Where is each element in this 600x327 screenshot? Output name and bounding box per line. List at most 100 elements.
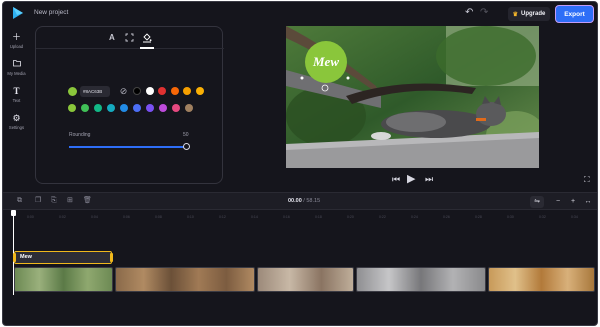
- clip-trim-handle-right[interactable]: [110, 253, 113, 262]
- video-track[interactable]: [14, 267, 595, 292]
- ruler-tick-label: 0:10: [187, 215, 194, 219]
- sidebar-item-settings[interactable]: ⚙ Settings: [3, 113, 30, 130]
- rounding-slider-thumb[interactable]: [183, 143, 190, 150]
- hex-color-input[interactable]: #8AC63B: [80, 86, 110, 97]
- rounding-value: 50: [183, 132, 189, 138]
- ruler-tick-label: 0:06: [123, 215, 130, 219]
- color-swatch[interactable]: [146, 104, 154, 112]
- color-swatch[interactable]: [81, 104, 89, 112]
- color-swatch[interactable]: [159, 104, 167, 112]
- color-swatch[interactable]: [68, 104, 76, 112]
- sidebar-item-label: My Media: [7, 71, 26, 76]
- color-swatch[interactable]: [172, 104, 180, 112]
- sidebar-item-my-media[interactable]: My Media: [3, 59, 30, 76]
- video-clip[interactable]: [356, 267, 486, 292]
- play-icon[interactable]: ▶: [407, 174, 415, 185]
- resize-icon: [125, 33, 134, 42]
- gear-icon: ⚙: [12, 113, 21, 123]
- tab-font[interactable]: A: [109, 33, 115, 43]
- rounding-label: Rounding: [69, 132, 91, 138]
- top-bar: New project ↶ ↷ ♛ Upgrade Export: [3, 2, 597, 26]
- split-icon[interactable]: ⧉: [17, 197, 22, 205]
- color-swatch[interactable]: [170, 87, 179, 95]
- rounding-slider-track[interactable]: [69, 146, 187, 148]
- redo-icon[interactable]: ↷: [480, 8, 488, 18]
- resize-handle[interactable]: [346, 76, 350, 80]
- color-swatch[interactable]: [94, 104, 102, 112]
- ruler-tick-label: 0:18: [315, 215, 322, 219]
- zoom-in-button[interactable]: +: [566, 196, 580, 208]
- timeline-toolbar: ⧉ ❐ ⎘ ⊞ 🗑 00.00 / 58.15 ⇋ − + ↔: [3, 192, 597, 210]
- color-swatch[interactable]: [133, 104, 141, 112]
- text-clip-label: Mew: [20, 254, 32, 260]
- ruler-tick-label: 0:14: [251, 215, 258, 219]
- current-time: 00.00: [288, 198, 302, 204]
- properties-panel: A #8AC63B ⊘ Rounding 50: [35, 26, 224, 184]
- project-title[interactable]: New project: [34, 9, 68, 16]
- export-button[interactable]: Export: [555, 5, 594, 23]
- fullscreen-icon[interactable]: ⛶: [584, 175, 590, 184]
- clip-trim-handle-left[interactable]: [13, 253, 16, 262]
- ruler-tick-label: 0:08: [155, 215, 162, 219]
- skip-forward-icon[interactable]: ⏭: [425, 174, 433, 184]
- folder-icon: [3, 59, 30, 69]
- video-clip[interactable]: [257, 267, 354, 292]
- color-swatch[interactable]: [133, 87, 141, 95]
- video-clip[interactable]: [14, 267, 113, 292]
- sidebar-item-text[interactable]: T Text: [3, 86, 30, 103]
- playhead-handle[interactable]: [11, 210, 16, 216]
- ruler-tick-label: 0:24: [411, 215, 418, 219]
- editor-app: New project ↶ ↷ ♛ Upgrade Export ＋ Uploa…: [2, 1, 598, 326]
- upgrade-button[interactable]: ♛ Upgrade: [508, 7, 550, 21]
- align-icon[interactable]: ⊞: [67, 197, 73, 205]
- text-icon: T: [13, 86, 20, 96]
- undo-icon[interactable]: ↶: [465, 8, 473, 18]
- plus-icon: ＋: [11, 32, 21, 42]
- panel-tabs: A: [36, 27, 224, 49]
- delete-icon[interactable]: 🗑: [83, 197, 92, 205]
- sidebar-item-upload[interactable]: ＋ Upload: [3, 32, 30, 49]
- ruler-tick-label: 0:32: [539, 215, 546, 219]
- ruler-tick-label: 0:02: [59, 215, 66, 219]
- ruler-tick-label: 0:12: [219, 215, 226, 219]
- mew-sticker-text: Mew: [312, 54, 339, 69]
- duplicate-icon[interactable]: ❐: [35, 197, 41, 205]
- selected-color-swatch[interactable]: [68, 87, 77, 96]
- ruler-tick-label: 0:28: [475, 215, 482, 219]
- copy-icon[interactable]: ⎘: [51, 197, 57, 205]
- color-swatch[interactable]: [183, 87, 191, 95]
- no-color-icon[interactable]: ⊘: [119, 87, 128, 96]
- sidebar-item-label: Settings: [8, 125, 25, 130]
- ruler-tick-label: 0:26: [443, 215, 450, 219]
- timeline-ruler[interactable]: 0:00 0:02 0:04 0:06 0:08 0:10 0:12 0:14 0:16 0:18…: [3, 210, 597, 224]
- snap-button[interactable]: ⇋: [530, 196, 544, 208]
- tab-underline: [140, 47, 154, 49]
- video-clip[interactable]: [488, 267, 595, 292]
- left-sidebar: ＋ Upload My Media T Text ⚙ Settings: [3, 26, 30, 191]
- tab-fill[interactable]: [142, 33, 152, 46]
- logo-icon[interactable]: [11, 6, 25, 20]
- resize-handle[interactable]: [300, 76, 304, 80]
- upgrade-label: Upgrade: [521, 11, 546, 17]
- ruler-tick-label: 0:20: [347, 215, 354, 219]
- time-display: 00.00 / 58.15: [288, 198, 320, 204]
- ruler-tick-label: 0:30: [507, 215, 514, 219]
- fit-timeline-button[interactable]: ↔: [581, 196, 595, 208]
- color-swatch[interactable]: [145, 87, 154, 95]
- preview-frame: Mew: [286, 26, 539, 168]
- zoom-out-button[interactable]: −: [551, 196, 565, 208]
- video-clip[interactable]: [115, 267, 255, 292]
- fill-bucket-icon: [143, 33, 152, 43]
- color-swatch[interactable]: [195, 87, 204, 95]
- color-swatch[interactable]: [185, 104, 193, 112]
- color-swatch[interactable]: [158, 87, 166, 95]
- color-swatch[interactable]: [107, 104, 115, 112]
- tab-resize[interactable]: [125, 33, 134, 45]
- ruler-tick-label: 0:04: [91, 215, 98, 219]
- sidebar-item-label: Text: [12, 98, 21, 103]
- skip-back-icon[interactable]: ⏮: [392, 174, 400, 184]
- total-duration: 58.15: [306, 198, 321, 204]
- text-clip[interactable]: Mew: [13, 251, 113, 264]
- video-preview[interactable]: Mew: [286, 26, 539, 168]
- color-swatch[interactable]: [120, 104, 128, 112]
